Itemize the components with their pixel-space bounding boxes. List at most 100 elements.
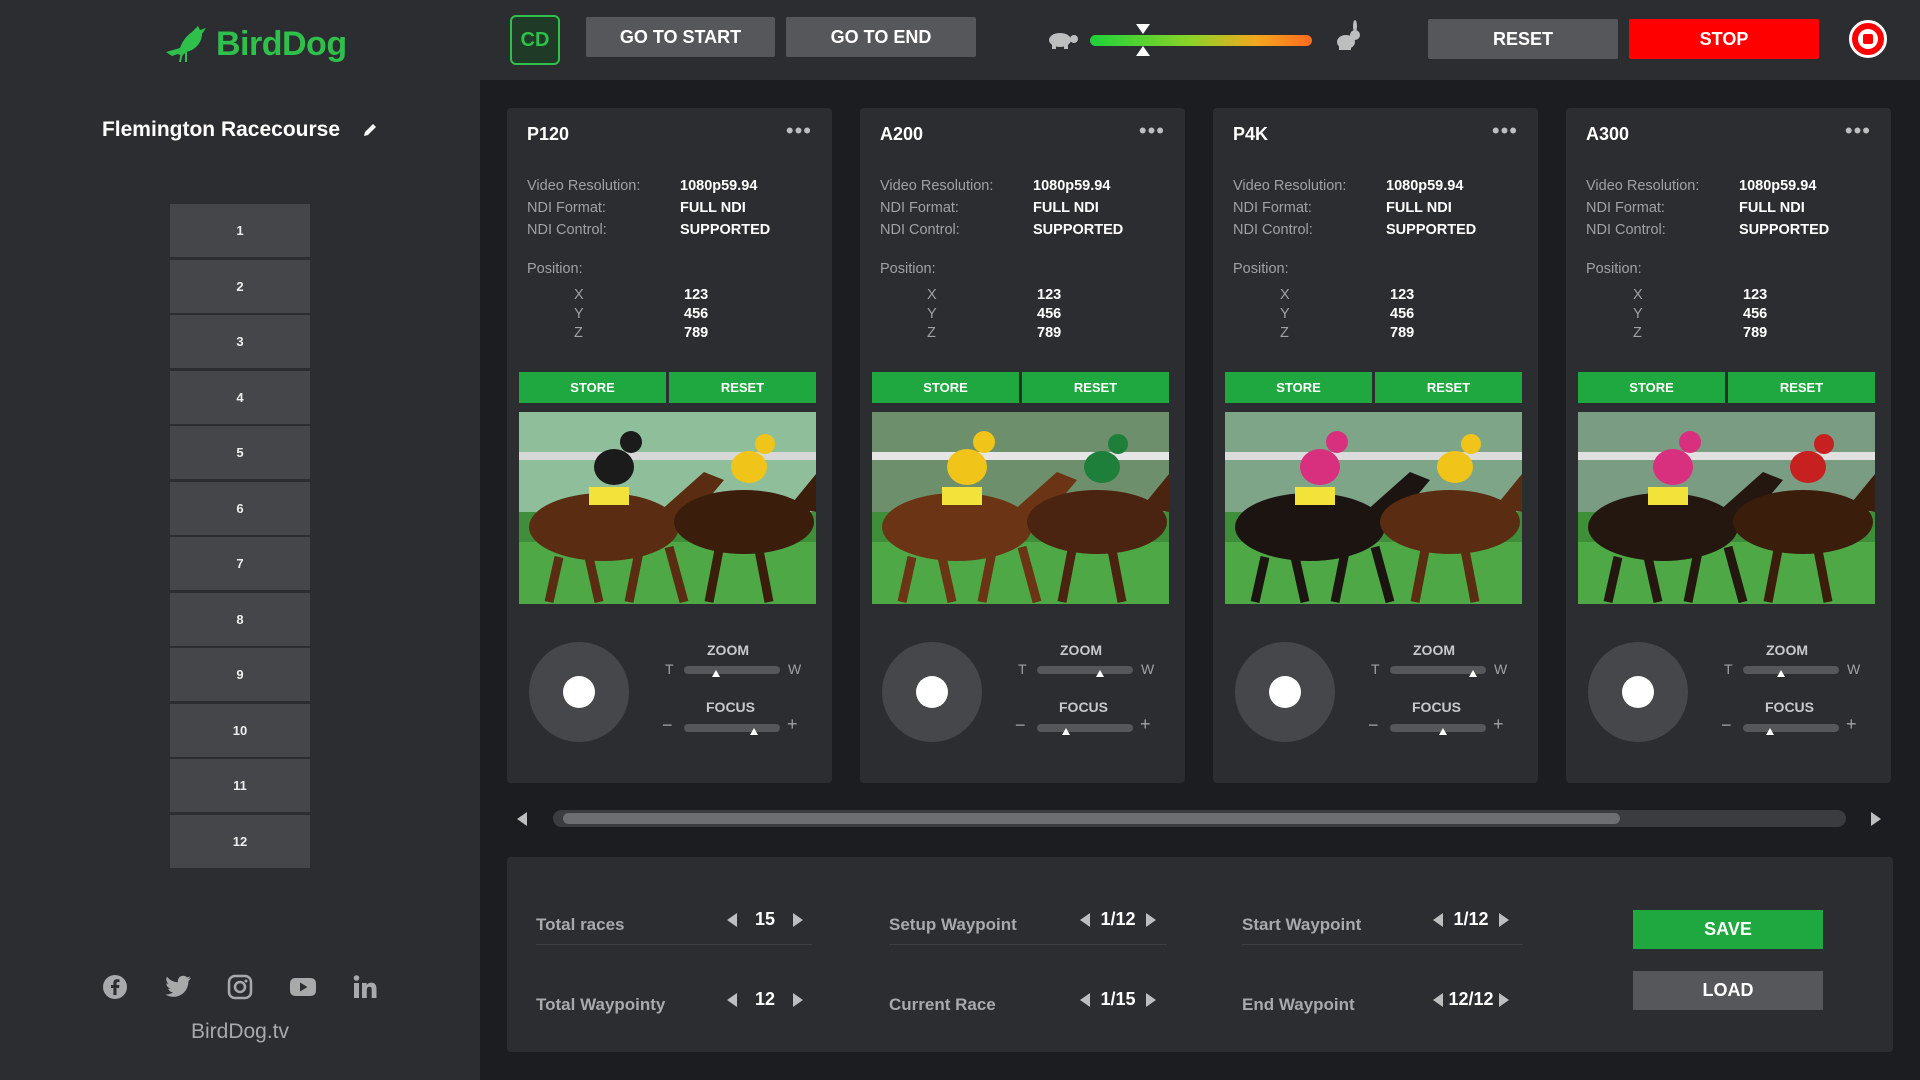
store-button[interactable]: STORE [519, 372, 666, 403]
decrement-arrow-icon[interactable] [727, 992, 737, 1007]
focus-slider[interactable] [684, 724, 780, 735]
camera-card: P4K ••• Video Resolution: 1080p59.94 NDI … [1213, 108, 1538, 783]
joystick-knob[interactable] [1269, 676, 1301, 708]
go-to-start-button[interactable]: GO TO START [586, 17, 775, 57]
zoom-slider-handle[interactable] [1776, 670, 1785, 677]
zoom-slider-handle[interactable] [1096, 670, 1105, 677]
zoom-wide-label: W [1847, 661, 1861, 677]
more-options-icon[interactable]: ••• [1845, 118, 1871, 144]
zoom-slider[interactable] [1743, 666, 1839, 677]
store-button[interactable]: STORE [1225, 372, 1372, 403]
stop-record-icon[interactable] [1849, 20, 1887, 58]
speed-slider[interactable] [1090, 35, 1312, 46]
focus-plus-button[interactable]: + [787, 714, 798, 735]
go-to-end-button[interactable]: GO TO END [786, 17, 976, 57]
cd-badge[interactable]: CD [510, 15, 560, 65]
focus-slider-handle[interactable] [1766, 728, 1775, 735]
zoom-tele-label: T [1018, 661, 1027, 677]
edit-pencil-icon[interactable] [362, 122, 378, 138]
linkedin-icon[interactable] [350, 972, 380, 1002]
focus-slider[interactable] [1037, 724, 1133, 735]
increment-arrow-icon[interactable] [1499, 912, 1509, 927]
decrement-arrow-icon[interactable] [1080, 992, 1090, 1007]
decrement-arrow-icon[interactable] [1080, 912, 1090, 927]
zoom-label: ZOOM [1766, 642, 1808, 658]
current-race-field: Current Race 1/15 [889, 983, 1167, 1025]
zoom-slider[interactable] [1390, 666, 1486, 677]
race-slot-button[interactable]: 1 [170, 204, 310, 257]
zoom-slider-handle[interactable] [1469, 670, 1478, 677]
joystick-knob[interactable] [916, 676, 948, 708]
race-slot-button[interactable]: 11 [170, 759, 310, 812]
twitter-icon[interactable] [163, 972, 193, 1002]
more-options-icon[interactable]: ••• [1492, 118, 1518, 144]
save-button[interactable]: SAVE [1633, 910, 1823, 949]
race-slot-button[interactable]: 5 [170, 426, 310, 479]
increment-arrow-icon[interactable] [1499, 992, 1509, 1007]
position-z: Z 789 [574, 325, 708, 341]
stop-button[interactable]: STOP [1629, 19, 1819, 59]
race-slot-button[interactable]: 6 [170, 481, 310, 535]
increment-arrow-icon[interactable] [1146, 912, 1156, 927]
speed-slider-handle[interactable] [1136, 24, 1151, 56]
zoom-slider-handle[interactable] [711, 670, 720, 677]
decrement-arrow-icon[interactable] [1433, 912, 1443, 927]
focus-plus-button[interactable]: + [1493, 714, 1504, 735]
race-slot-button[interactable]: 7 [170, 537, 310, 590]
focus-slider[interactable] [1390, 724, 1486, 735]
race-slot-button[interactable]: 3 [170, 315, 310, 368]
reset-button[interactable]: RESET [1375, 372, 1522, 403]
pan-tilt-joystick[interactable] [1588, 642, 1688, 742]
reset-all-button[interactable]: RESET [1428, 19, 1618, 59]
zoom-slider[interactable] [684, 666, 780, 677]
pan-tilt-joystick[interactable] [882, 642, 982, 742]
race-slot-button[interactable]: 2 [170, 259, 310, 313]
instagram-icon[interactable] [225, 972, 255, 1002]
reset-button[interactable]: RESET [1022, 372, 1169, 403]
focus-slider[interactable] [1743, 724, 1839, 735]
increment-arrow-icon[interactable] [793, 912, 803, 927]
increment-arrow-icon[interactable] [1146, 992, 1156, 1007]
race-slot-button[interactable]: 9 [170, 648, 310, 701]
joystick-knob[interactable] [1622, 676, 1654, 708]
scroll-right-arrow[interactable] [1871, 812, 1881, 826]
decrement-arrow-icon[interactable] [1433, 992, 1443, 1007]
store-button[interactable]: STORE [872, 372, 1019, 403]
store-button[interactable]: STORE [1578, 372, 1725, 403]
pan-tilt-joystick[interactable] [1235, 642, 1335, 742]
focus-minus-button[interactable]: − [1721, 715, 1732, 736]
focus-slider-handle[interactable] [750, 728, 759, 735]
scrollbar-thumb[interactable] [563, 813, 1620, 824]
website-link[interactable]: BirdDog.tv [0, 1020, 480, 1044]
focus-plus-button[interactable]: + [1846, 714, 1857, 735]
race-slot-button[interactable]: 4 [170, 370, 310, 424]
position-x-value: 123 [1390, 287, 1415, 303]
joystick-knob[interactable] [563, 676, 595, 708]
reset-button[interactable]: RESET [1728, 372, 1875, 403]
increment-arrow-icon[interactable] [793, 992, 803, 1007]
focus-slider-handle[interactable] [1061, 728, 1070, 735]
decrement-arrow-icon[interactable] [727, 912, 737, 927]
focus-plus-button[interactable]: + [1140, 714, 1151, 735]
facebook-icon[interactable] [100, 972, 130, 1002]
focus-minus-button[interactable]: − [1015, 715, 1026, 736]
birddog-logo[interactable]: BirdDog [162, 22, 347, 66]
scroll-left-arrow[interactable] [517, 812, 527, 826]
race-slot-button[interactable]: 12 [170, 814, 310, 868]
ndi-format-value: FULL NDI [680, 200, 746, 216]
reset-button[interactable]: RESET [669, 372, 816, 403]
more-options-icon[interactable]: ••• [1139, 118, 1165, 144]
race-slot-button[interactable]: 10 [170, 703, 310, 757]
focus-minus-button[interactable]: − [1368, 715, 1379, 736]
total-waypoints-stepper: 12 [727, 989, 803, 1010]
focus-slider-handle[interactable] [1439, 728, 1447, 735]
focus-minus-button[interactable]: − [662, 715, 673, 736]
load-button[interactable]: LOAD [1633, 971, 1823, 1010]
more-options-icon[interactable]: ••• [786, 118, 812, 144]
pan-tilt-joystick[interactable] [529, 642, 629, 742]
zoom-slider[interactable] [1037, 666, 1133, 677]
camera-scrollbar[interactable] [553, 810, 1846, 827]
setup-waypoint-label: Setup Waypoint [889, 915, 1017, 934]
youtube-icon[interactable] [288, 972, 318, 1002]
race-slot-button[interactable]: 8 [170, 592, 310, 646]
